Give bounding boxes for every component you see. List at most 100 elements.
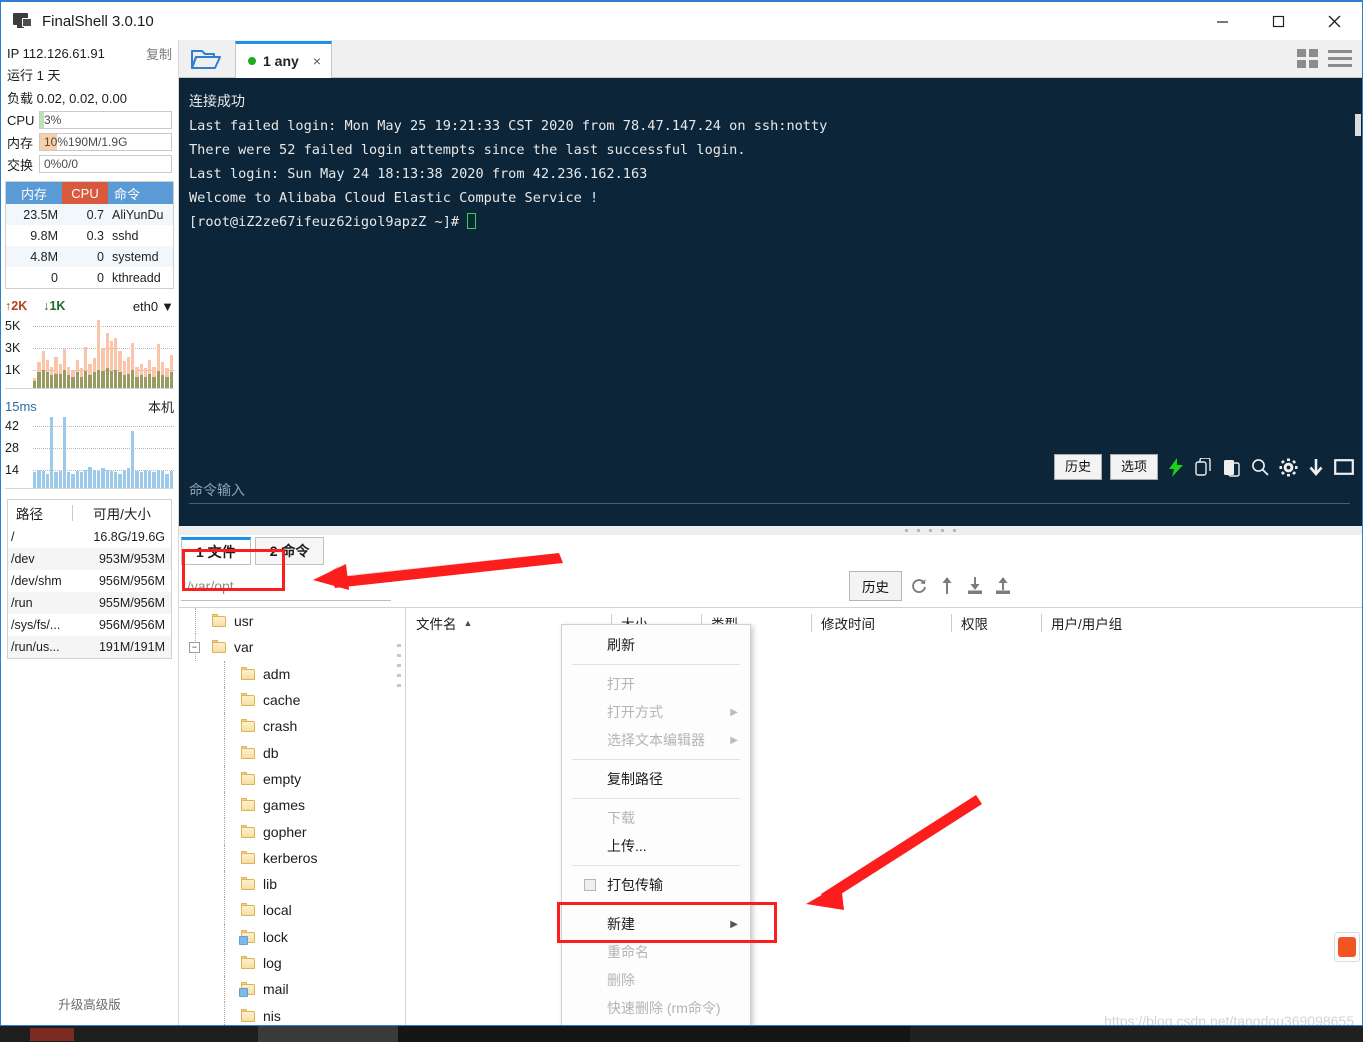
tab-commands[interactable]: 2 命令 bbox=[254, 537, 325, 565]
meter-bar: 3% bbox=[39, 111, 172, 129]
menu-separator bbox=[572, 759, 740, 760]
menu-item-label: 复制路径 bbox=[607, 771, 663, 787]
network-interface-selector[interactable]: eth0 ▼ bbox=[133, 299, 174, 314]
tree-node[interactable]: db bbox=[179, 739, 405, 766]
terminal-scrollbar[interactable] bbox=[1354, 78, 1362, 526]
session-tab-1[interactable]: 1 any × bbox=[235, 41, 332, 78]
process-col-cmd[interactable]: 命令 bbox=[108, 182, 173, 204]
disk-row[interactable]: /sys/fs/... 956M/956M bbox=[8, 614, 171, 636]
process-row[interactable]: 4.8M 0 systemd bbox=[6, 246, 173, 267]
file-column-header[interactable]: 权限 bbox=[951, 608, 1041, 638]
menu-item-label: 删除 bbox=[607, 972, 635, 988]
tree-node[interactable]: lib bbox=[179, 870, 405, 898]
tree-expander[interactable]: − bbox=[189, 641, 200, 653]
gear-icon[interactable] bbox=[1278, 457, 1298, 477]
disk-row[interactable]: /run/us... 191M/191M bbox=[8, 636, 171, 658]
file-column-header[interactable]: 修改时间 bbox=[811, 608, 951, 638]
tree-node[interactable]: nis bbox=[179, 1002, 405, 1025]
disk-path: /run bbox=[11, 596, 33, 610]
disk-row[interactable]: /run 955M/956M bbox=[8, 592, 171, 614]
tree-node[interactable]: − var bbox=[179, 634, 405, 661]
checkbox[interactable] bbox=[584, 879, 596, 891]
tree-scrollbar[interactable] bbox=[397, 644, 403, 704]
window-icon[interactable] bbox=[1334, 457, 1354, 477]
disk-col-path[interactable]: 路径 bbox=[8, 503, 72, 523]
file-column-header[interactable]: 用户/用户组 bbox=[1041, 608, 1241, 638]
path-input[interactable]: /var/opt bbox=[181, 571, 391, 601]
close-icon[interactable] bbox=[1306, 2, 1362, 40]
tree-node[interactable]: empty bbox=[179, 765, 405, 793]
tree-node[interactable]: adm bbox=[179, 660, 405, 687]
up-icon[interactable] bbox=[936, 575, 958, 597]
terminal-line: Last failed login: Mon May 25 19:21:33 C… bbox=[189, 118, 828, 134]
menu-item-[interactable]: 新建 ▶ bbox=[562, 910, 750, 938]
list-view-icon[interactable] bbox=[1328, 50, 1352, 67]
refresh-icon[interactable] bbox=[908, 575, 930, 597]
tree-node-label: games bbox=[263, 797, 306, 814]
panel-splitter[interactable] bbox=[179, 526, 1362, 535]
upgrade-link[interactable]: 升级高级版 bbox=[1, 994, 178, 1013]
tree-node[interactable]: local bbox=[179, 897, 405, 924]
lightning-icon[interactable] bbox=[1166, 457, 1186, 477]
terminal-panel[interactable]: 连接成功 Last failed login: Mon May 25 19:21:… bbox=[179, 78, 1362, 526]
meter-label: 内存 bbox=[7, 135, 34, 151]
tree-node[interactable]: games bbox=[179, 792, 405, 819]
copy-ip-button[interactable]: 复制 bbox=[146, 44, 172, 63]
tree-node[interactable]: cache bbox=[179, 686, 405, 714]
menu-item-[interactable]: 上传... bbox=[562, 832, 750, 860]
menu-item-[interactable]: 刷新 bbox=[562, 631, 750, 659]
tree-node[interactable]: crash bbox=[179, 713, 405, 740]
tab-files[interactable]: 1 文件 bbox=[181, 537, 251, 565]
search-icon[interactable] bbox=[1250, 457, 1270, 477]
menu-item-[interactable]: 复制路径 bbox=[562, 765, 750, 793]
grid-view-icon[interactable] bbox=[1297, 49, 1318, 68]
disk-col-size[interactable]: 可用/大小 bbox=[73, 503, 171, 523]
tree-node[interactable]: gopher bbox=[179, 818, 405, 845]
directory-tree[interactable]: usr − var adm cache crash db empty games gopher ke… bbox=[179, 607, 406, 1025]
menu-item-[interactable]: 打包传输 bbox=[562, 871, 750, 899]
tree-node-label: local bbox=[263, 902, 292, 919]
disk-path: /run/us... bbox=[11, 640, 60, 654]
disk-size: 191M/191M bbox=[98, 640, 165, 654]
tree-node[interactable]: log bbox=[179, 949, 405, 977]
maximize-icon[interactable] bbox=[1250, 2, 1306, 40]
minimize-icon[interactable] bbox=[1194, 2, 1250, 40]
disk-row[interactable]: / 16.8G/19.6G bbox=[8, 526, 171, 548]
close-icon[interactable]: × bbox=[313, 53, 321, 69]
folder-icon bbox=[241, 693, 255, 707]
tree-node[interactable]: lock bbox=[179, 923, 405, 950]
process-row[interactable]: 9.8M 0.3 sshd bbox=[6, 225, 173, 246]
latency-host[interactable]: 本机 bbox=[148, 397, 174, 416]
disk-row[interactable]: /dev 953M/953M bbox=[8, 548, 171, 570]
file-list-header: 文件名▲大小类型修改时间权限用户/用户组 bbox=[406, 608, 1362, 638]
download-icon[interactable] bbox=[1306, 457, 1326, 477]
copy-icon[interactable] bbox=[1194, 457, 1214, 477]
process-cpu: 0.7 bbox=[86, 207, 104, 222]
process-row[interactable]: 0 0 kthreadd bbox=[6, 267, 173, 288]
disk-row[interactable]: /dev/shm 956M/956M bbox=[8, 570, 171, 592]
process-cmd: AliYunDu bbox=[112, 207, 164, 222]
process-row[interactable]: 23.5M 0.7 AliYunDu bbox=[6, 204, 173, 225]
terminal-history-button[interactable]: 历史 bbox=[1053, 454, 1102, 480]
menu-item-label: 快速删除 (rm命令) bbox=[607, 1000, 721, 1016]
paste-icon[interactable] bbox=[1222, 457, 1242, 477]
floating-tool-icon[interactable] bbox=[1334, 932, 1360, 962]
chart-bar bbox=[169, 317, 174, 388]
folder-open-icon[interactable] bbox=[179, 40, 235, 77]
file-list[interactable]: 文件名▲大小类型修改时间权限用户/用户组 bbox=[406, 607, 1362, 1025]
process-col-cpu[interactable]: CPU bbox=[62, 182, 108, 204]
file-history-button[interactable]: 历史 bbox=[849, 571, 902, 601]
command-input[interactable]: 命令输入 bbox=[189, 480, 1350, 504]
download-icon[interactable] bbox=[964, 575, 986, 597]
upload-icon[interactable] bbox=[992, 575, 1014, 597]
process-mem: 0 bbox=[51, 270, 58, 285]
watermark: https://blog.csdn.net/tangdou369098655 bbox=[1104, 1013, 1354, 1026]
tree-node[interactable]: mail bbox=[179, 976, 405, 1003]
file-context-menu[interactable]: 刷新 打开 打开方式 ▶ 选择文本编辑器 ▶ 复制路径 下载 上传... 打包传输 新建 ▶ 重命名 删除… bbox=[561, 624, 751, 1025]
window-title: FinalShell 3.0.10 bbox=[42, 12, 154, 30]
tree-node[interactable]: usr bbox=[179, 608, 405, 635]
process-col-mem[interactable]: 内存 bbox=[6, 182, 62, 204]
meter-label: 交换 bbox=[7, 157, 34, 173]
terminal-options-button[interactable]: 选项 bbox=[1109, 454, 1158, 480]
tree-node[interactable]: kerberos bbox=[179, 844, 405, 871]
